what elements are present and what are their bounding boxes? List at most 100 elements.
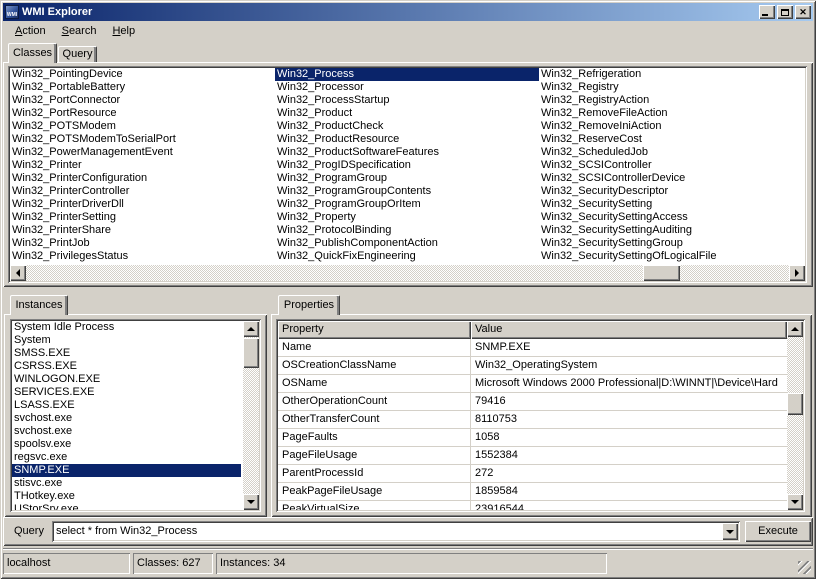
class-item[interactable]: Win32_PublishComponentAction — [275, 237, 539, 250]
class-item[interactable]: Win32_PortConnector — [10, 94, 275, 107]
menu-action[interactable]: Action — [7, 23, 54, 39]
scroll-left-button[interactable] — [10, 265, 26, 281]
close-button[interactable]: ✕ — [795, 5, 811, 19]
property-row[interactable]: NameSNMP.EXE — [278, 339, 787, 357]
class-item[interactable]: Win32_SecurityDescriptor — [539, 185, 805, 198]
property-row[interactable]: PeakVirtualSize23916544 — [278, 501, 787, 510]
class-item[interactable]: Win32_ProgramGroupContents — [275, 185, 539, 198]
instance-item[interactable]: System Idle Process — [12, 321, 241, 334]
query-combobox[interactable]: select * from Win32_Process — [52, 521, 740, 542]
property-row[interactable]: PageFileUsage1552384 — [278, 447, 787, 465]
properties-vertical-scrollbar[interactable] — [787, 321, 803, 510]
horizontal-scroll-thumb[interactable] — [643, 265, 680, 281]
instance-item[interactable]: regsvc.exe — [12, 451, 241, 464]
class-item[interactable]: Win32_ReserveCost — [539, 133, 805, 146]
class-item[interactable]: Win32_SecuritySettingAccess — [539, 211, 805, 224]
property-row[interactable]: OSCreationClassNameWin32_OperatingSystem — [278, 357, 787, 375]
instance-item[interactable]: UStorSrv.exe — [12, 503, 241, 510]
tab-instances[interactable]: Instances — [10, 295, 68, 315]
classes-horizontal-scrollbar[interactable] — [10, 265, 805, 281]
instance-item[interactable]: stisvc.exe — [12, 477, 241, 490]
class-item[interactable]: Win32_Registry — [539, 81, 805, 94]
class-item[interactable]: Win32_RegistryAction — [539, 94, 805, 107]
instances-vertical-scrollbar[interactable] — [243, 321, 259, 510]
scroll-up-button[interactable] — [243, 321, 259, 337]
scroll-down-button[interactable] — [787, 494, 803, 510]
class-item[interactable]: Win32_PointingDevice — [10, 68, 275, 81]
instance-item[interactable]: SMSS.EXE — [12, 347, 241, 360]
property-row[interactable]: OSNameMicrosoft Windows 2000 Professiona… — [278, 375, 787, 393]
instance-item[interactable]: System — [12, 334, 241, 347]
class-item[interactable]: Win32_SecuritySettingAuditing — [539, 224, 805, 237]
query-input[interactable]: select * from Win32_Process — [56, 524, 718, 539]
class-item[interactable]: Win32_ProductSoftwareFeatures — [275, 146, 539, 159]
class-item[interactable]: Win32_PrinterShare — [10, 224, 275, 237]
class-item[interactable]: Win32_ProcessStartup — [275, 94, 539, 107]
instance-item[interactable]: SERVICES.EXE — [12, 386, 241, 399]
instance-item[interactable]: LSASS.EXE — [12, 399, 241, 412]
class-item[interactable]: Win32_PrintJob — [10, 237, 275, 250]
app-icon[interactable]: WMI — [5, 5, 19, 19]
class-item[interactable]: Win32_SecuritySettingGroup — [539, 237, 805, 250]
class-item[interactable]: Win32_PrinterSetting — [10, 211, 275, 224]
class-item[interactable]: Win32_PrinterConfiguration — [10, 172, 275, 185]
instance-item[interactable]: CSRSS.EXE — [12, 360, 241, 373]
class-item[interactable]: Win32_ProgramGroup — [275, 172, 539, 185]
menu-help[interactable]: Help — [104, 23, 143, 39]
titlebar[interactable]: WMI WMI Explorer ✕ — [3, 3, 813, 21]
class-item[interactable]: Win32_Process — [275, 68, 539, 81]
property-row[interactable]: OtherTransferCount8110753 — [278, 411, 787, 429]
maximize-button[interactable] — [777, 5, 793, 19]
class-item[interactable]: Win32_Processor — [275, 81, 539, 94]
class-item[interactable]: Win32_ProgIDSpecification — [275, 159, 539, 172]
instance-item[interactable]: svchost.exe — [12, 425, 241, 438]
property-row[interactable]: PeakPageFileUsage1859584 — [278, 483, 787, 501]
vertical-scroll-thumb[interactable] — [787, 393, 803, 415]
class-item[interactable]: Win32_PrivilegesStatus — [10, 250, 275, 263]
class-item[interactable]: Win32_ProtocolBinding — [275, 224, 539, 237]
vertical-scroll-thumb[interactable] — [243, 338, 259, 368]
instance-item[interactable]: spoolsv.exe — [12, 438, 241, 451]
class-item[interactable]: Win32_Printer — [10, 159, 275, 172]
class-item[interactable]: Win32_ProgramGroupOrItem — [275, 198, 539, 211]
class-item[interactable]: Win32_SecuritySetting — [539, 198, 805, 211]
instances-listbox[interactable]: System Idle ProcessSystemSMSS.EXECSRSS.E… — [10, 319, 261, 512]
class-item[interactable]: Win32_SCSIControllerDevice — [539, 172, 805, 185]
resize-grip-icon[interactable] — [798, 561, 811, 574]
execute-button[interactable]: Execute — [745, 521, 811, 542]
class-item[interactable]: Win32_PrinterController — [10, 185, 275, 198]
class-item[interactable]: Win32_SecuritySettingOfLogicalFile — [539, 250, 805, 263]
instance-item[interactable]: svchost.exe — [12, 412, 241, 425]
class-item[interactable]: Win32_POTSModem — [10, 120, 275, 133]
column-header-property[interactable]: Property — [278, 321, 471, 339]
scroll-right-button[interactable] — [789, 265, 805, 281]
menu-search[interactable]: Search — [54, 23, 105, 39]
column-header-value[interactable]: Value — [471, 321, 787, 339]
property-row[interactable]: PageFaults1058 — [278, 429, 787, 447]
class-item[interactable]: Win32_SCSIController — [539, 159, 805, 172]
class-item[interactable]: Win32_PrinterDriverDll — [10, 198, 275, 211]
scroll-down-button[interactable] — [243, 494, 259, 510]
class-item[interactable]: Win32_POTSModemToSerialPort — [10, 133, 275, 146]
classes-listbox[interactable]: Win32_PointingDeviceWin32_PortableBatter… — [8, 66, 807, 283]
tab-query[interactable]: Query — [58, 46, 97, 62]
class-item[interactable]: Win32_ScheduledJob — [539, 146, 805, 159]
instance-item[interactable]: SNMP.EXE — [12, 464, 241, 477]
class-item[interactable]: Win32_Product — [275, 107, 539, 120]
instance-item[interactable]: THotkey.exe — [12, 490, 241, 503]
class-item[interactable]: Win32_RemoveFileAction — [539, 107, 805, 120]
class-item[interactable]: Win32_Refrigeration — [539, 68, 805, 81]
class-item[interactable]: Win32_RemoveIniAction — [539, 120, 805, 133]
class-item[interactable]: Win32_Property — [275, 211, 539, 224]
tab-properties[interactable]: Properties — [278, 295, 340, 315]
scroll-up-button[interactable] — [787, 321, 803, 337]
query-dropdown-button[interactable] — [722, 523, 738, 540]
class-item[interactable]: Win32_PortableBattery — [10, 81, 275, 94]
class-item[interactable]: Win32_ProductCheck — [275, 120, 539, 133]
class-item[interactable]: Win32_QuickFixEngineering — [275, 250, 539, 263]
tab-classes[interactable]: Classes — [8, 43, 57, 63]
property-row[interactable]: OtherOperationCount79416 — [278, 393, 787, 411]
class-item[interactable]: Win32_ProductResource — [275, 133, 539, 146]
minimize-button[interactable] — [759, 5, 775, 19]
class-item[interactable]: Win32_PortResource — [10, 107, 275, 120]
